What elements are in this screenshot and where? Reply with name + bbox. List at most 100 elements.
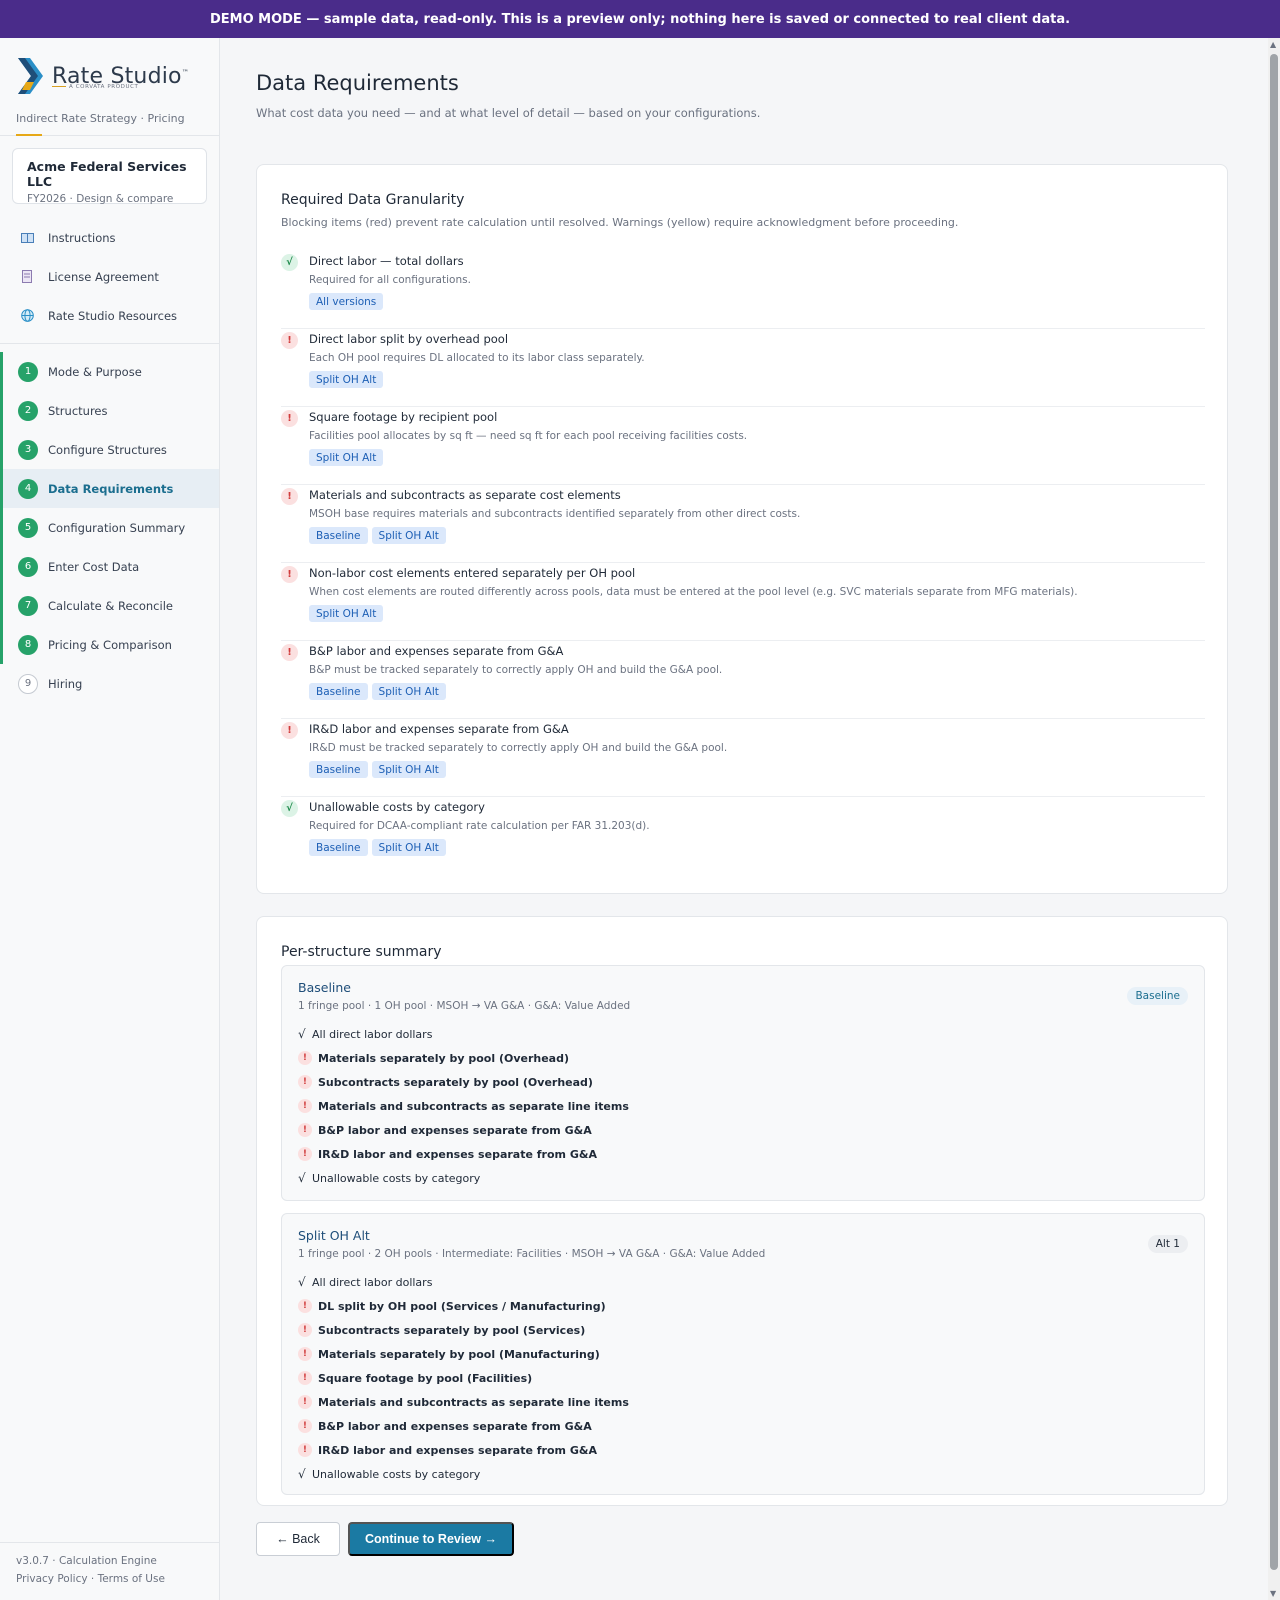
- step-mode-purpose[interactable]: 1 Mode & Purpose: [0, 352, 219, 391]
- requirement-title: Non-labor cost elements entered separate…: [309, 566, 636, 580]
- structure-item: ! Materials and subcontracts as separate …: [298, 1094, 629, 1118]
- requirement-description: Required for all configurations.: [309, 274, 471, 286]
- structure-item: ! IR&D labor and expenses separate from G…: [298, 1438, 629, 1462]
- step-label: Calculate & Reconcile: [48, 598, 173, 613]
- book-icon: [20, 231, 34, 245]
- version-tag: Split OH Alt: [309, 371, 384, 388]
- client-name: Acme Federal Services LLC: [27, 159, 187, 189]
- step-label: Configuration Summary: [48, 520, 186, 535]
- card-title: Per-structure summary: [281, 944, 442, 960]
- requirement-description: MSOH base requires materials and subcont…: [309, 508, 801, 520]
- wizard-steps: 1 Mode & Purpose 2 Structures 3 Configure S…: [0, 352, 219, 703]
- blocking-icon: !: [298, 1147, 312, 1161]
- blocking-icon: !: [281, 722, 298, 739]
- scroll-up-icon[interactable]: ▲: [1270, 40, 1276, 49]
- brand-tagline: Indirect Rate Strategy · Pricing: [16, 112, 185, 125]
- scroll-down-icon[interactable]: ▼: [1270, 1589, 1276, 1598]
- structure-meta: 1 fringe pool · 2 OH pools · Intermediat…: [298, 1248, 766, 1260]
- terms-of-use-link[interactable]: Terms of Use: [98, 1573, 165, 1585]
- step-enter-cost-data[interactable]: 6 Enter Cost Data: [0, 547, 219, 586]
- blocking-icon: !: [298, 1123, 312, 1137]
- requirement-title: Materials and subcontracts as separate c…: [309, 488, 621, 502]
- requirement-description: Required for DCAA-compliant rate calcula…: [309, 820, 650, 832]
- per-structure-summary-card: Per-structure summary Baseline 1 fringe …: [256, 916, 1228, 1506]
- requirement-tags: All versions: [309, 293, 384, 310]
- client-card[interactable]: Acme Federal Services LLC FY2026 · Desig…: [12, 148, 207, 205]
- structure-badge: Baseline: [1127, 987, 1188, 1005]
- structure-split-oh-alt: Split OH Alt 1 fringe pool · 2 OH pools …: [281, 1213, 1205, 1495]
- structure-item-label: Materials separately by pool (Manufactur…: [318, 1347, 600, 1361]
- page-subtitle: What cost data you need — and at what le…: [256, 106, 761, 120]
- step-configure-structures[interactable]: 3 Configure Structures: [0, 430, 219, 469]
- structure-name: Baseline: [298, 980, 351, 995]
- card-title: Required Data Granularity: [281, 192, 465, 208]
- sidebar-item-instructions[interactable]: Instructions: [0, 218, 219, 257]
- blocking-icon: !: [298, 1323, 312, 1337]
- requirement-tags: Baseline Split OH Alt: [309, 839, 446, 856]
- check-icon: √: [281, 254, 298, 271]
- page-scrollbar[interactable]: ▲ ▼: [1268, 38, 1280, 1600]
- version-tag: Split OH Alt: [371, 527, 446, 544]
- privacy-policy-link[interactable]: Privacy Policy: [16, 1573, 88, 1585]
- requirement-row: ! B&P labor and expenses separate from G&…: [281, 641, 1205, 719]
- step-pricing-comparison[interactable]: 8 Pricing & Comparison: [0, 625, 219, 664]
- structure-item-label: Subcontracts separately by pool (Overhea…: [318, 1075, 593, 1089]
- structure-meta: 1 fringe pool · 1 OH pool · MSOH → VA G&…: [298, 1000, 631, 1012]
- requirement-description: B&P must be tracked separately to correc…: [309, 664, 723, 676]
- sidebar-item-license-agreement[interactable]: License Agreement: [0, 257, 219, 296]
- structure-items: √ All direct labor dollars! DL split by OH…: [298, 1270, 629, 1486]
- continue-to-review-button[interactable]: Continue to Review →: [348, 1522, 514, 1556]
- structure-item: √ All direct labor dollars: [298, 1270, 629, 1294]
- structure-item: √ Unallowable costs by category: [298, 1462, 629, 1486]
- version-tag: Baseline: [309, 761, 368, 778]
- footer-separator: ·: [90, 1573, 95, 1585]
- requirement-row: ! IR&D labor and expenses separate from G…: [281, 719, 1205, 797]
- blocking-icon: !: [298, 1395, 312, 1409]
- requirement-row: ! Square footage by recipient pool Facilit…: [281, 407, 1205, 485]
- structure-item: ! Square footage by pool (Facilities): [298, 1366, 629, 1390]
- step-number: 2: [18, 400, 38, 421]
- resource-links: Instructions License Agreement Rate Stud…: [0, 218, 219, 344]
- data-granularity-card: Required Data Granularity Blocking items…: [256, 164, 1228, 894]
- step-calculate-reconcile[interactable]: 7 Calculate & Reconcile: [0, 586, 219, 625]
- back-button[interactable]: ← Back: [256, 1522, 340, 1556]
- requirement-title: Direct labor — total dollars: [309, 254, 464, 268]
- step-number: 7: [18, 595, 38, 616]
- step-structures[interactable]: 2 Structures: [0, 391, 219, 430]
- step-label: Data Requirements: [48, 481, 174, 496]
- requirement-description: Each OH pool requires DL allocated to it…: [309, 352, 645, 364]
- check-icon: √: [298, 1275, 306, 1289]
- version-tag: All versions: [309, 293, 384, 310]
- blocking-icon: !: [298, 1371, 312, 1385]
- requirement-tags: Split OH Alt: [309, 605, 384, 622]
- step-label: Mode & Purpose: [48, 364, 142, 379]
- step-hiring[interactable]: 9 Hiring: [0, 664, 219, 703]
- structure-item-label: All direct labor dollars: [312, 1027, 433, 1041]
- requirement-list: √ Direct labor — total dollars Required fo…: [281, 251, 1205, 875]
- requirement-row: ! Non-labor cost elements entered separat…: [281, 563, 1205, 641]
- requirement-title: Unallowable costs by category: [309, 800, 485, 814]
- check-icon: √: [298, 1171, 306, 1185]
- step-data-requirements[interactable]: 4 Data Requirements: [0, 469, 219, 508]
- version-tag: Baseline: [309, 527, 368, 544]
- structure-item-label: Materials and subcontracts as separate l…: [318, 1395, 629, 1409]
- check-icon: √: [281, 800, 298, 817]
- requirement-description: When cost elements are routed differentl…: [309, 586, 1078, 598]
- structure-item: ! Subcontracts separately by pool (Servic…: [298, 1318, 629, 1342]
- structure-item-label: Subcontracts separately by pool (Service…: [318, 1323, 586, 1337]
- demo-mode-banner: DEMO MODE — sample data, read-only. This…: [0, 0, 1280, 38]
- check-icon: √: [298, 1467, 306, 1481]
- sidebar-item-label: Instructions: [48, 230, 116, 245]
- scrollbar-thumb[interactable]: [1270, 54, 1278, 1570]
- structure-item: ! B&P labor and expenses separate from G&…: [298, 1414, 629, 1438]
- structure-item: ! Materials separately by pool (Overhead): [298, 1046, 629, 1070]
- step-configuration-summary[interactable]: 5 Configuration Summary: [0, 508, 219, 547]
- blocking-icon: !: [298, 1419, 312, 1433]
- step-number: 9: [18, 673, 38, 694]
- page-title: Data Requirements: [256, 71, 459, 95]
- requirement-title: Square footage by recipient pool: [309, 410, 498, 424]
- structure-item: ! Subcontracts separately by pool (Overhe…: [298, 1070, 629, 1094]
- structure-item-label: B&P labor and expenses separate from G&A: [318, 1419, 592, 1433]
- structure-item: ! IR&D labor and expenses separate from G…: [298, 1142, 629, 1166]
- sidebar-item-rate-studio-resources[interactable]: Rate Studio Resources: [0, 296, 219, 335]
